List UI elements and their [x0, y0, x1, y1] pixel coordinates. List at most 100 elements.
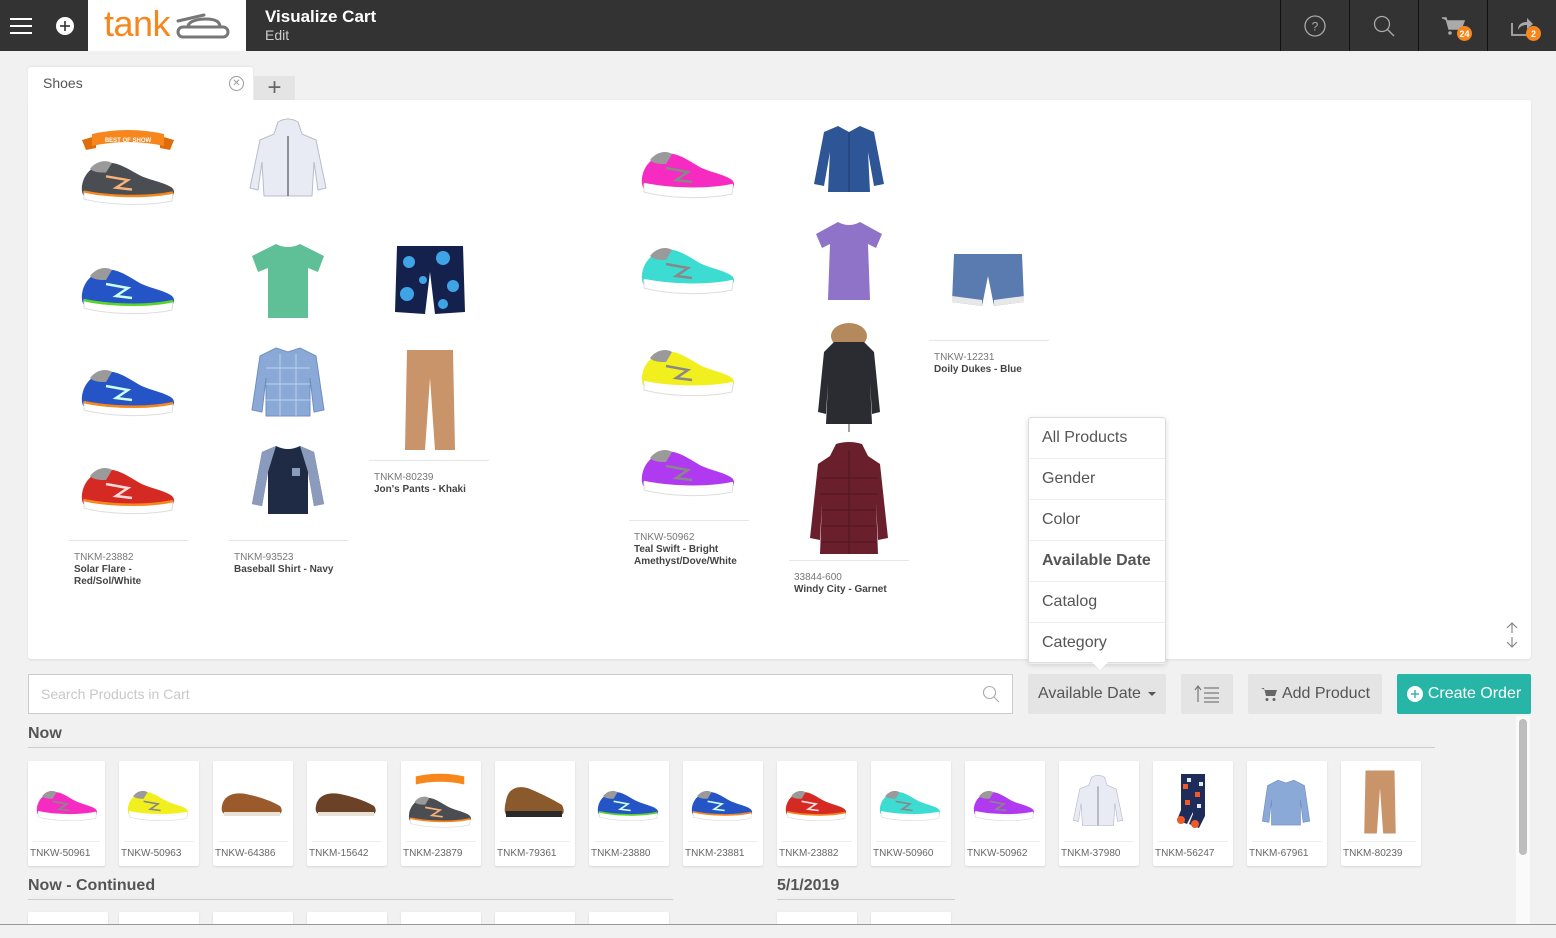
product-image[interactable] — [250, 442, 326, 516]
sort-by-dropdown[interactable]: Available Date — [1028, 674, 1166, 714]
add-button[interactable] — [42, 0, 88, 51]
product-sku: TNKW-12231 — [934, 352, 995, 363]
cart-button[interactable]: 24 — [1418, 0, 1487, 51]
product-tile[interactable]: TNKW-50960 — [871, 761, 951, 866]
search-icon[interactable] — [982, 685, 1000, 703]
search-icon — [1373, 15, 1395, 36]
product-image[interactable] — [393, 242, 467, 316]
product-thumbnail — [1345, 767, 1415, 837]
add-product-label: Add Product — [1281, 685, 1371, 702]
section-divider — [28, 747, 1435, 748]
resize-vertical-icon[interactable] — [1503, 621, 1521, 649]
product-tile[interactable]: TNKM-80239 — [1341, 761, 1421, 866]
sort-option-catalog[interactable]: Catalog — [1029, 582, 1165, 623]
product-sku: TNKM-80239 — [1343, 848, 1403, 859]
product-thumbnail — [781, 767, 851, 837]
scrollbar-thumb[interactable] — [1519, 719, 1527, 855]
product-tile[interactable]: TNKM-23881 — [683, 761, 763, 866]
product-image[interactable] — [76, 450, 180, 520]
product-sku: TNKW-50961 — [30, 848, 91, 859]
product-tile[interactable]: TNKM-23880 — [589, 761, 669, 866]
product-tile[interactable]: TNKM-15642 — [307, 761, 387, 866]
create-order-button[interactable]: Create Order — [1397, 674, 1531, 714]
hoodie-jacket-icon — [249, 118, 327, 197]
product-tile[interactable]: TNKM-67961 — [1247, 761, 1327, 866]
hamburger-icon — [10, 17, 32, 34]
tile-divider — [218, 841, 288, 842]
product-sku: TNKM-23881 — [685, 848, 745, 859]
close-tab-icon[interactable]: ✕ — [229, 76, 244, 91]
help-button[interactable]: ? — [1280, 0, 1349, 51]
product-image[interactable] — [812, 122, 886, 194]
page-subtitle: Edit — [265, 27, 290, 43]
product-image[interactable] — [248, 118, 328, 202]
svg-text:?: ? — [1312, 19, 1319, 33]
search-button[interactable] — [1349, 0, 1418, 51]
product-image[interactable] — [812, 218, 886, 302]
sort-option-gender[interactable]: Gender — [1029, 459, 1165, 500]
tile-divider — [124, 841, 194, 842]
top-bar: tank Visualize Cart Edit ? 24 2 — [0, 0, 1556, 51]
header-actions: ? 24 2 — [1280, 0, 1556, 51]
product-tile[interactable]: TNKW-50962 — [965, 761, 1045, 866]
product-label[interactable]: TNKM-93523 Baseball Shirt - Navy — [229, 540, 349, 576]
window-bottom-edge — [0, 924, 1556, 938]
product-image[interactable] — [248, 240, 328, 320]
product-thumbnail — [217, 767, 287, 837]
product-sku: TNKM-93523 — [234, 552, 294, 563]
product-image[interactable] — [636, 432, 740, 502]
tab-shoes[interactable]: Shoes ✕ — [28, 67, 253, 101]
product-image[interactable] — [250, 344, 326, 418]
plaid-shirt-icon — [251, 347, 325, 417]
product-label[interactable]: TNKW-12231 Doily Dukes - Blue — [929, 340, 1049, 376]
sort-order-button[interactable] — [1181, 674, 1233, 714]
logo[interactable]: tank — [88, 0, 246, 51]
tile-divider — [33, 841, 100, 842]
pink-shoe-icon — [640, 150, 736, 199]
product-image[interactable] — [636, 230, 740, 300]
product-image[interactable] — [950, 250, 1026, 308]
tile-divider — [312, 841, 382, 842]
plus-circle-icon — [56, 16, 74, 35]
product-tile[interactable]: TNKW-50961 — [28, 761, 105, 866]
vertical-scrollbar[interactable] — [1516, 716, 1530, 924]
menu-pointer — [1092, 662, 1108, 670]
product-image[interactable]: BEST OF SHOW — [76, 128, 180, 212]
product-sku: TNKW-50962 — [967, 848, 1028, 859]
cart-icon — [1260, 687, 1277, 701]
product-tile[interactable]: TNKW-50963 — [119, 761, 199, 866]
product-image[interactable] — [636, 332, 740, 402]
logo-text: tank — [104, 2, 171, 44]
product-label[interactable]: TNKM-23882 Solar Flare - Red/Sol/White — [69, 540, 189, 588]
floral-shorts-icon — [395, 246, 465, 314]
share-button[interactable]: 2 — [1487, 0, 1556, 51]
menu-button[interactable] — [0, 0, 42, 51]
product-tile[interactable]: TNKW-64386 — [213, 761, 293, 866]
add-product-button[interactable]: Add Product — [1248, 674, 1382, 714]
product-label[interactable]: 33844-600 Windy City - Garnet — [789, 560, 909, 596]
search-input[interactable] — [29, 675, 969, 713]
product-tile[interactable]: TNKM-23879 — [401, 761, 481, 866]
product-tile[interactable]: TNKM-79361 — [495, 761, 575, 866]
product-label[interactable]: TNKW-50962 Teal Swift - Bright Amethyst/… — [629, 520, 749, 568]
product-image[interactable] — [808, 442, 890, 556]
product-image[interactable] — [636, 134, 740, 204]
sort-option-available-date[interactable]: Available Date — [1029, 541, 1165, 582]
product-image[interactable] — [814, 322, 884, 432]
product-image[interactable] — [403, 348, 457, 452]
sort-option-all-products[interactable]: All Products — [1029, 418, 1165, 459]
sort-by-label: Available Date — [1038, 685, 1141, 702]
product-sku: TNKM-23880 — [591, 848, 651, 859]
product-sku: TNKM-23882 — [74, 552, 134, 563]
add-tab-button[interactable]: + — [254, 74, 295, 101]
product-tile[interactable]: TNKM-23882 — [777, 761, 857, 866]
product-label[interactable]: TNKM-80239 Jon's Pants - Khaki — [369, 460, 489, 496]
product-image[interactable] — [76, 250, 180, 320]
product-tile[interactable]: TNKM-37980 — [1059, 761, 1139, 866]
product-tile[interactable]: TNKM-56247 — [1153, 761, 1233, 866]
product-image[interactable] — [76, 352, 180, 422]
sort-option-color[interactable]: Color — [1029, 500, 1165, 541]
visualize-canvas[interactable]: BEST OF SHOW TNKM-23882 Solar Flare - Re… — [28, 100, 1531, 659]
sort-option-category[interactable]: Category — [1029, 623, 1165, 664]
search-bar — [28, 674, 1013, 714]
